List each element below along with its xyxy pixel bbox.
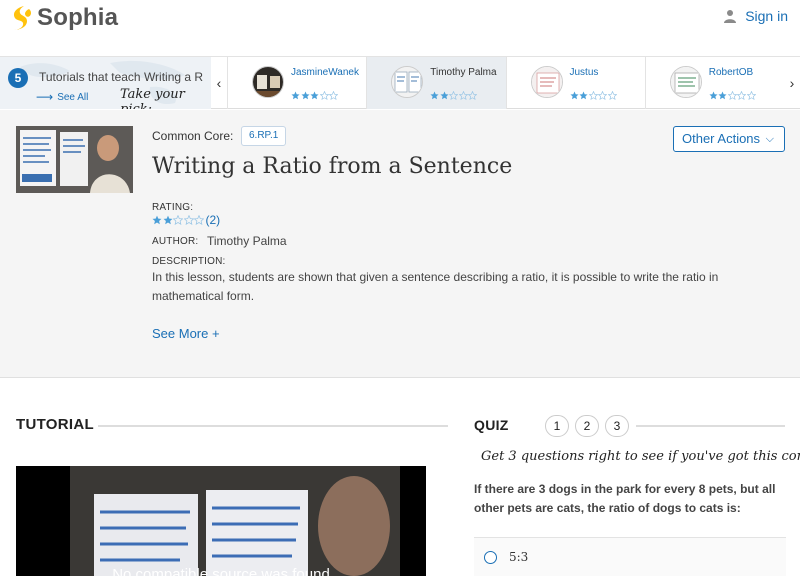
rating-count[interactable]: (2) (206, 213, 221, 227)
star-filled-icon (291, 91, 300, 100)
tutorials-title: Tutorials that teach Writing a Ra (39, 70, 203, 84)
star-filled-icon (709, 91, 718, 100)
quiz-question: If there are 3 dogs in the park for ever… (474, 482, 776, 515)
tutorial-heading: TUTORIAL (16, 416, 94, 433)
tutorials-summary: 5 Tutorials that teach Writing a Ra ⟶ Se… (0, 57, 211, 109)
star-filled-icon (430, 91, 439, 100)
video-error-message: No compatible source was found (112, 566, 330, 576)
radio-button[interactable] (484, 550, 497, 564)
video-player[interactable]: No compatible source was found (16, 466, 426, 576)
video-frame (70, 466, 400, 576)
quiz-step-2[interactable]: 2 (575, 415, 599, 437)
star-empty-icon (194, 215, 204, 225)
other-actions-button[interactable]: Other Actions ⌵ (673, 126, 785, 152)
author-name: Timothy Palma (207, 234, 287, 248)
star-filled-icon (310, 91, 319, 100)
star-empty-icon (607, 91, 617, 100)
divider (636, 425, 785, 427)
star-empty-icon (737, 91, 747, 100)
card-author-name: RobertOB (708, 67, 754, 78)
star-empty-icon (468, 91, 478, 100)
carousel-prev-button[interactable]: ‹ (211, 57, 227, 109)
tutorial-card[interactable]: Justus (505, 57, 645, 109)
description-label: DESCRIPTION: (152, 256, 226, 267)
common-core-tag[interactable]: 6.RP.1 (241, 126, 287, 146)
site-header: Sophia Sign in (0, 0, 800, 57)
answer-text: 5:3 (509, 550, 529, 564)
quiz-steps: 1 2 3 (545, 415, 635, 437)
star-empty-icon (183, 215, 194, 225)
card-rating (709, 91, 757, 100)
rating-label: RATING: (152, 202, 194, 213)
see-all-link[interactable]: ⟶ See All (36, 90, 88, 104)
lesson-thumbnail[interactable] (16, 126, 133, 193)
see-all-label: See All (57, 91, 89, 103)
chevron-right-icon: › (789, 75, 795, 91)
star-filled-icon (569, 91, 579, 100)
arrow-right-icon: ⟶ (36, 90, 54, 104)
tutorials-strip: 5 Tutorials that teach Writing a Ra ⟶ Se… (0, 57, 800, 109)
card-author-name: Justus (569, 67, 599, 78)
tutorial-card[interactable]: Timothy Palma (366, 57, 506, 109)
avatar (252, 66, 284, 98)
star-filled-icon (718, 91, 727, 100)
sophia-logo-text: Sophia (37, 4, 119, 31)
star-empty-icon (727, 91, 737, 100)
tutorial-card[interactable]: JasmineWanek (227, 57, 366, 109)
star-empty-icon (173, 215, 183, 225)
card-rating (291, 91, 339, 100)
quiz-step-3[interactable]: 3 (605, 415, 629, 437)
star-empty-icon (588, 91, 598, 100)
tutorial-card[interactable]: RobertOB (644, 57, 784, 109)
divider (98, 425, 448, 427)
lesson-description: In this lesson, students are shown that … (152, 270, 719, 303)
rating-stars (152, 215, 205, 225)
author-label: AUTHOR: (152, 236, 199, 247)
answer-option[interactable]: 5:3 (474, 537, 786, 576)
star-empty-icon (319, 91, 329, 100)
chevron-left-icon: ‹ (216, 75, 222, 91)
sophia-logo[interactable]: Sophia (10, 4, 118, 32)
chevron-down-icon: ⌵ (765, 133, 774, 145)
avatar (391, 66, 424, 98)
avatar (530, 66, 563, 98)
common-core-label: Common Core: (152, 129, 234, 143)
other-actions-label: Other Actions (682, 131, 761, 146)
star-empty-icon (458, 91, 468, 100)
card-rating (569, 91, 618, 100)
lesson-title: Writing a Ratio from a Sentence (152, 154, 513, 179)
star-filled-icon (440, 91, 449, 100)
tutorial-count-badge: 5 (8, 68, 28, 88)
see-more-link[interactable]: See More + (152, 326, 220, 341)
take-your-pick-label: Take your pick: (120, 87, 185, 109)
carousel-next-button[interactable]: › (784, 57, 800, 109)
card-author-name: JasmineWanek (291, 67, 359, 78)
tutorial-cards: JasmineWanek Timothy Palma Justus Robert… (227, 57, 784, 109)
card-author-name: Timothy Palma (430, 67, 497, 78)
quiz-heading: QUIZ (474, 417, 509, 433)
person-icon (724, 10, 737, 23)
star-filled-icon (163, 215, 172, 225)
lesson-info: Common Core: 6.RP.1 Other Actions ⌵ Writ… (0, 110, 800, 378)
star-filled-icon (300, 91, 310, 100)
star-empty-icon (449, 91, 459, 100)
sophia-logo-icon (10, 5, 32, 31)
sign-in-label: Sign in (745, 8, 788, 24)
star-empty-icon (746, 91, 756, 100)
star-empty-icon (598, 91, 607, 100)
star-filled-icon (579, 91, 588, 100)
star-filled-icon (152, 215, 162, 225)
quiz-step-1[interactable]: 1 (545, 415, 569, 437)
avatar (669, 66, 702, 98)
card-rating (430, 91, 478, 100)
star-empty-icon (329, 91, 338, 100)
sign-in-button[interactable]: Sign in (723, 8, 788, 24)
quiz-tagline: Get 3 questions right to see if you've g… (481, 449, 800, 464)
lesson-rating[interactable]: (2) (152, 213, 220, 227)
